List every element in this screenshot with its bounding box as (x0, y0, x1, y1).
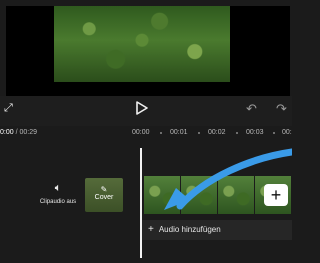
annotation-arrow (164, 148, 292, 210)
